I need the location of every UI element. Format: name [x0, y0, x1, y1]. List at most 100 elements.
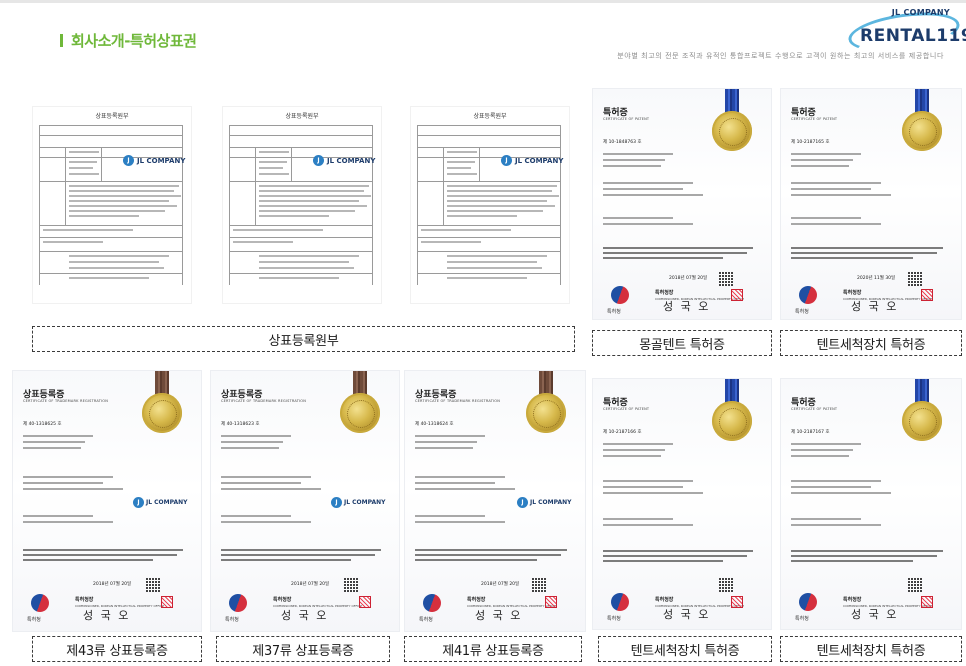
signature: 성 국 오: [281, 609, 329, 622]
kipo-emblem-icon: [608, 590, 632, 614]
page-title-text: 회사소개-특허상표권: [71, 32, 197, 50]
official-stamp: [921, 289, 933, 301]
jl-logo-icon: J: [331, 497, 342, 508]
official-stamp: [161, 596, 173, 608]
top-divider: [0, 0, 966, 3]
jl-company-text: JL COMPANY: [146, 499, 188, 506]
official-stamp: [545, 596, 557, 608]
issue-date: 2018년 07월 20일: [291, 582, 330, 587]
trademark-certificate: 상표등록증 CERTIFICATE OF TRADEMARK REGISTRAT…: [210, 370, 400, 632]
jl-company-mark: J JL COMPANY: [331, 497, 385, 508]
qr-code: [908, 578, 922, 592]
commissioner-name: 특허청장: [843, 597, 862, 603]
certificate-caption: 제37류 상표등록증: [216, 636, 390, 662]
certificate-caption: 텐트세척장치 특허증: [780, 330, 962, 356]
tagline: 분야별 최고의 전문 조직과 유적인 통합프로젝트 수행으로 고객이 원하는 최…: [617, 52, 944, 60]
registry-company-logo: J JL COMPANY: [123, 155, 185, 166]
jl-company-mark: J JL COMPANY: [517, 497, 571, 508]
commissioner-name: 특허청장: [655, 597, 674, 603]
registry-company-text: JL COMPANY: [137, 156, 186, 165]
patent-certificate: 특허증 CERTIFICATE OF PATENT 제 10-1848763 호…: [592, 88, 772, 320]
official-stamp: [731, 596, 743, 608]
signature: 성 국 오: [663, 608, 711, 621]
trademark-certificate: 상표등록증 CERTIFICATE OF TRADEMARK REGISTRAT…: [12, 370, 202, 632]
gold-seal: [902, 401, 942, 441]
kipo-emblem-icon: [420, 591, 444, 615]
registry-company-text: JL COMPANY: [327, 156, 376, 165]
registry-company-logo: J JL COMPANY: [313, 155, 375, 166]
kipo-label: 특허청: [225, 617, 239, 623]
qr-code: [344, 578, 358, 592]
registry-table: [417, 125, 561, 295]
registry-table: [39, 125, 183, 295]
jl-logo-icon: J: [313, 155, 324, 166]
jl-company-text: JL COMPANY: [344, 499, 386, 506]
gold-seal: [712, 401, 752, 441]
trademark-registry-sheet: 상표등록원부 J JL COMPANY: [32, 106, 192, 304]
certificate-subtitle: CERTIFICATE OF PATENT: [791, 407, 838, 411]
certificate-subtitle: CERTIFICATE OF PATENT: [603, 117, 650, 121]
kipo-emblem-icon: [28, 591, 52, 615]
signature: 성 국 오: [851, 608, 899, 621]
certificate-subtitle: CERTIFICATE OF TRADEMARK REGISTRATION: [23, 399, 109, 403]
certificate-number: 제 10-2187167 호: [791, 430, 830, 435]
certificate-subtitle: CERTIFICATE OF TRADEMARK REGISTRATION: [415, 399, 501, 403]
issue-date: 2018년 07월 20일: [669, 276, 708, 281]
gold-seal: [526, 393, 566, 433]
trademark-registry-sheet: 상표등록원부 J JL COMPANY: [410, 106, 570, 304]
gold-seal: [902, 111, 942, 151]
certificate-number: 제 40-1318625 호: [23, 422, 62, 427]
certificate-subtitle: CERTIFICATE OF PATENT: [603, 407, 650, 411]
qr-code: [719, 272, 733, 286]
title-bar: [60, 34, 63, 47]
certificate-caption: 텐트세척장치 특허증: [780, 636, 962, 662]
kipo-emblem-icon: [796, 283, 820, 307]
patent-certificate: 특허증 CERTIFICATE OF PATENT 제 10-2187167 호…: [780, 378, 962, 630]
page-title: 회사소개-특허상표권: [60, 30, 197, 51]
commissioner-name: 특허청장: [467, 597, 486, 603]
commissioner-name: 특허청장: [843, 290, 862, 296]
kipo-label: 특허청: [419, 617, 433, 623]
trademark-registry-sheet: 상표등록원부 J JL COMPANY: [222, 106, 382, 304]
company-logo[interactable]: JL COMPANY RENTAL119: [846, 6, 966, 58]
issue-date: 2020년 11월 30일: [857, 276, 896, 281]
patent-certificate: 특허증 CERTIFICATE OF PATENT 제 10-2187166 호…: [592, 378, 772, 630]
certificate-number: 제 10-2187166 호: [603, 430, 642, 435]
logo-top-text: JL COMPANY: [891, 8, 950, 17]
gold-seal: [712, 111, 752, 151]
kipo-label: 특허청: [795, 309, 809, 315]
registry-heading: 상표등록원부: [473, 113, 507, 120]
jl-logo-icon: J: [123, 155, 134, 166]
signature: 성 국 오: [851, 300, 899, 313]
jl-logo-icon: J: [501, 155, 512, 166]
qr-code: [146, 578, 160, 592]
qr-code: [532, 578, 546, 592]
certificate-subtitle: CERTIFICATE OF TRADEMARK REGISTRATION: [221, 399, 307, 403]
jl-logo-icon: J: [517, 497, 528, 508]
registry-heading: 상표등록원부: [95, 113, 129, 120]
commissioner-name: 특허청장: [75, 597, 94, 603]
signature: 성 국 오: [663, 300, 711, 313]
official-stamp: [359, 596, 371, 608]
certificate-number: 제 10-2187165 호: [791, 140, 830, 145]
kipo-label: 특허청: [607, 616, 621, 622]
kipo-label: 특허청: [607, 309, 621, 315]
registry-company-text: JL COMPANY: [515, 156, 564, 165]
kipo-emblem-icon: [608, 283, 632, 307]
issue-date: 2018년 07월 20일: [481, 582, 520, 587]
registry-heading: 상표등록원부: [285, 113, 319, 120]
signature: 성 국 오: [475, 609, 523, 622]
certificate-subtitle: CERTIFICATE OF PATENT: [791, 117, 838, 121]
gold-seal: [142, 393, 182, 433]
registry-company-logo: J JL COMPANY: [501, 155, 563, 166]
official-stamp: [921, 596, 933, 608]
kipo-label: 특허청: [795, 616, 809, 622]
kipo-label: 특허청: [27, 617, 41, 623]
gold-seal: [340, 393, 380, 433]
jl-company-text: JL COMPANY: [530, 499, 572, 506]
certificate-caption: 몽골텐트 특허증: [592, 330, 772, 356]
certificate-number: 제 40-1318623 호: [221, 422, 260, 427]
registry-table: [229, 125, 373, 295]
caption-trademark-registry: 상표등록원부: [32, 326, 575, 352]
jl-company-mark: J JL COMPANY: [133, 497, 187, 508]
